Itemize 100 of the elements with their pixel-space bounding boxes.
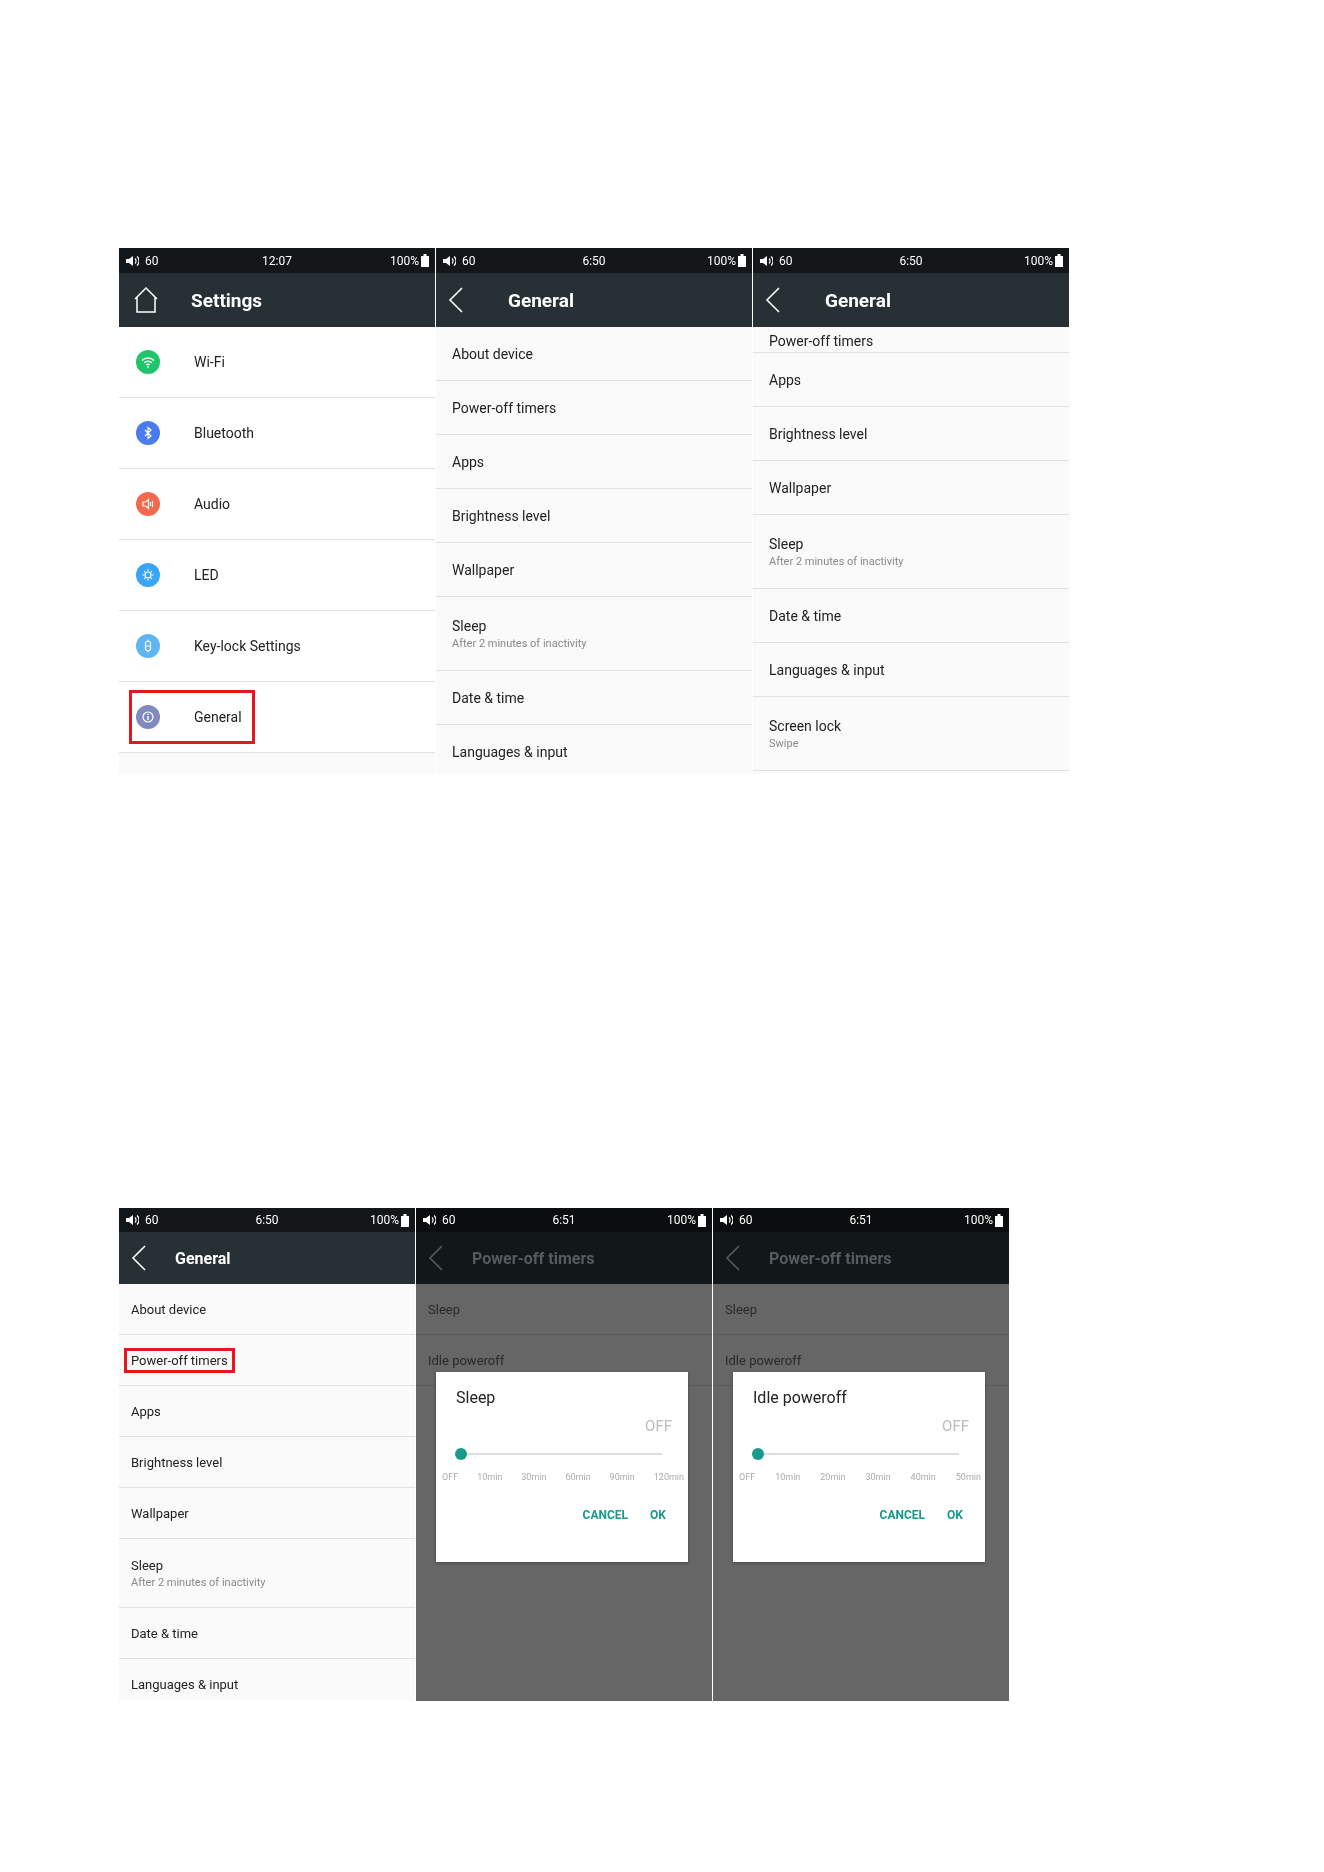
clock: 6:51 — [849, 1213, 873, 1227]
list-item[interactable]: Key-lock Settings — [119, 611, 435, 682]
slider-value: OFF — [644, 1417, 672, 1435]
item-subtitle: Swipe — [769, 736, 799, 750]
list-item[interactable]: Power-off timers — [753, 327, 1069, 353]
item-label: Power-off timers — [131, 1352, 228, 1368]
item-label: Languages & input — [769, 661, 885, 678]
dialog-button[interactable]: OK — [646, 1506, 670, 1524]
item-label: Wallpaper — [769, 479, 832, 496]
tick-label: 90min — [609, 1472, 635, 1482]
volume-icon — [442, 254, 456, 267]
item-label: Sleep — [769, 535, 804, 552]
volume-icon — [719, 1214, 733, 1226]
list-item[interactable]: LED — [119, 540, 435, 611]
item-label: Sleep — [428, 1301, 460, 1317]
clock: 6:50 — [899, 253, 923, 268]
list-item[interactable]: Sleep After 2 minutes of inactivity — [119, 1539, 415, 1608]
volume-icon — [759, 254, 773, 267]
item-label: Audio — [194, 496, 231, 512]
item-subtitle: After 2 minutes of inactivity — [769, 554, 904, 568]
volume-icon — [125, 1214, 139, 1226]
list-item[interactable]: Brightness level — [436, 489, 752, 543]
list-item[interactable]: Wallpaper — [753, 461, 1069, 515]
tick-label: 120min — [653, 1472, 684, 1482]
list-item[interactable]: Sleep After 2 minutes of inactivity — [436, 597, 752, 671]
list-item[interactable]: Bluetooth — [119, 398, 435, 469]
list-item[interactable]: Languages & input — [119, 1659, 415, 1701]
tick-label: OFF — [739, 1472, 756, 1482]
tick-label: 30min — [521, 1472, 547, 1482]
item-label: Languages & input — [452, 743, 568, 760]
list-item[interactable]: Audio — [119, 469, 435, 540]
item-label: General — [194, 709, 242, 725]
item-label: Date & time — [131, 1625, 198, 1641]
battery-level: 100% — [667, 1213, 696, 1227]
item-label: Apps — [452, 453, 485, 470]
screen-title: General — [825, 288, 891, 312]
slider-thumb[interactable] — [752, 1448, 764, 1460]
list-item[interactable]: Apps — [753, 353, 1069, 407]
list-item[interactable]: Apps — [436, 435, 752, 489]
tick-label: 30min — [865, 1472, 891, 1482]
slider-thumb[interactable] — [455, 1448, 467, 1460]
dialog-title: Sleep — [456, 1388, 497, 1407]
list-item[interactable]: Brightness level — [119, 1437, 415, 1488]
item-label: Date & time — [452, 689, 525, 706]
list-item[interactable]: Sleep After 2 minutes of inactivity — [753, 515, 1069, 589]
list-item[interactable]: Brightness level — [753, 407, 1069, 461]
dialog-button[interactable]: OK — [943, 1506, 967, 1524]
screen-title: General — [508, 288, 574, 312]
item-label: Sleep — [131, 1557, 163, 1573]
item-label: Brightness level — [769, 425, 868, 442]
tick-label: 20min — [820, 1472, 846, 1482]
list-item[interactable]: Wi-Fi — [119, 327, 435, 398]
tick-label: 10min — [775, 1472, 801, 1482]
list-item[interactable]: Wallpaper — [436, 543, 752, 597]
list-item[interactable]: Languages & input — [753, 643, 1069, 697]
list-item[interactable]: Power-off timers — [119, 1335, 415, 1386]
battery-icon — [401, 1213, 409, 1227]
item-label: Screen lock — [769, 717, 842, 734]
list-item[interactable]: About device — [436, 327, 752, 381]
volume-level: 60 — [739, 1213, 753, 1227]
slider-value: OFF — [941, 1417, 969, 1435]
item-label: About device — [452, 345, 533, 362]
tick-label: 40min — [910, 1472, 936, 1482]
list-item[interactable]: Apps — [119, 1386, 415, 1437]
battery-icon — [738, 254, 746, 267]
item-label: Power-off timers — [769, 334, 874, 348]
battery-icon — [698, 1213, 706, 1227]
list-item[interactable]: About device — [119, 1284, 415, 1335]
screen-title: Power-off timers — [472, 1248, 595, 1268]
clock: 6:51 — [552, 1213, 576, 1227]
item-subtitle: After 2 minutes of inactivity — [131, 1575, 266, 1589]
item-label: LED — [194, 567, 219, 583]
battery-level: 100% — [1024, 253, 1053, 268]
battery-level: 100% — [964, 1213, 993, 1227]
list-item[interactable]: General — [119, 682, 435, 753]
list-item[interactable]: Date & time — [119, 1608, 415, 1659]
item-label: Bluetooth — [194, 425, 254, 441]
battery-icon — [421, 254, 429, 267]
volume-icon — [422, 1214, 436, 1226]
battery-icon — [995, 1213, 1003, 1227]
list-item[interactable]: Languages & input — [436, 725, 752, 774]
battery-level: 100% — [390, 253, 419, 268]
screen-title: Power-off timers — [769, 1248, 892, 1268]
clock: 6:50 — [582, 253, 606, 268]
tick-label: 10min — [477, 1472, 503, 1482]
volume-icon — [125, 254, 139, 267]
list-item[interactable]: Power-off timers — [436, 381, 752, 435]
item-label: Apps — [769, 371, 802, 388]
clock: 12:07 — [262, 253, 292, 268]
item-label: Brightness level — [131, 1454, 223, 1470]
item-label: Wallpaper — [452, 561, 515, 578]
list-item[interactable]: Date & time — [436, 671, 752, 725]
item-label: Idle poweroff — [428, 1352, 505, 1368]
volume-level: 60 — [145, 253, 159, 268]
list-item[interactable]: Date & time — [753, 589, 1069, 643]
clock: 6:50 — [255, 1213, 279, 1227]
list-item[interactable]: Wallpaper — [119, 1488, 415, 1539]
list-item[interactable]: Screen lock Swipe — [753, 697, 1069, 771]
item-label: Idle poweroff — [725, 1352, 802, 1368]
item-label: Wi-Fi — [194, 354, 225, 370]
